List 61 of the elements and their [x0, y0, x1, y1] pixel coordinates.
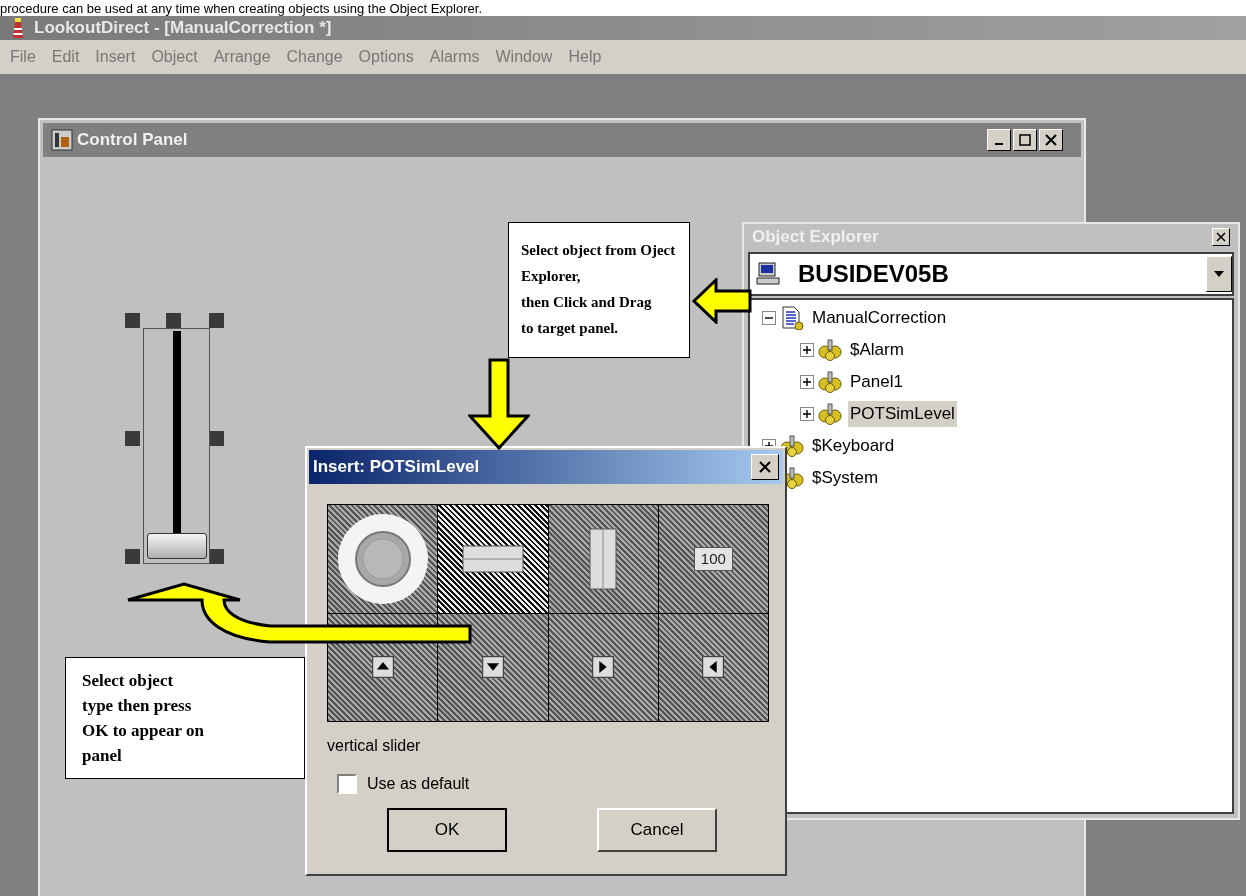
gears-icon: [818, 339, 842, 361]
down-arrow-button-icon: [481, 656, 504, 679]
close-button[interactable]: [751, 454, 779, 480]
callout-text: Select object type then press OK to appear on panel: [82, 670, 205, 767]
left-arrow-button-icon: [702, 656, 725, 679]
horizontal-slider-icon: [461, 544, 524, 573]
plus-icon: [802, 345, 812, 355]
callout-text: Select object from Oject Explorer, then Click and Drag to target panel.: [521, 241, 677, 338]
tree-item[interactable]: $Alarm: [848, 337, 906, 363]
object-type-tile[interactable]: [658, 613, 769, 722]
plus-icon: [802, 377, 812, 387]
close-icon: [1044, 134, 1058, 146]
checkbox[interactable]: [337, 774, 357, 794]
app-title-bar: LookoutDirect - [ManualCorrection *]: [0, 16, 1246, 40]
computer-icon: [756, 262, 782, 286]
object-type-tile[interactable]: 100: [658, 505, 769, 614]
close-button[interactable]: [1039, 129, 1063, 151]
computer-dropdown[interactable]: BUSIDEV05B: [748, 252, 1234, 296]
dialog-title: Insert: POTSimLevel: [313, 456, 480, 479]
object-type-tile[interactable]: [328, 505, 439, 614]
ok-button[interactable]: OK: [387, 808, 507, 852]
collapse-toggle[interactable]: [762, 311, 776, 325]
plus-icon: [802, 409, 812, 419]
maximize-icon: [1018, 134, 1032, 146]
vertical-slider-icon: [589, 527, 618, 590]
tree-item[interactable]: ManualCorrection: [810, 305, 949, 331]
object-type-tile[interactable]: [438, 505, 549, 614]
left-arrow: [692, 278, 752, 324]
close-button[interactable]: [1212, 228, 1230, 246]
object-type-tile[interactable]: [548, 613, 659, 722]
object-type-tile[interactable]: [548, 505, 659, 614]
right-arrow-button-icon: [592, 656, 615, 679]
gears-icon: [818, 371, 842, 393]
gears-icon: [818, 403, 842, 425]
slider-thumb[interactable]: [146, 533, 207, 559]
expand-toggle[interactable]: [800, 407, 814, 421]
numeric-display: 100: [693, 546, 733, 571]
tree-item[interactable]: $System: [810, 465, 881, 491]
document-icon: [780, 306, 804, 330]
expand-toggle[interactable]: [800, 343, 814, 357]
panel-icon: [51, 129, 73, 151]
minimize-icon: [995, 143, 1003, 145]
caret-icon: [1214, 271, 1224, 277]
expand-toggle[interactable]: [800, 375, 814, 389]
document-text: procedure can be used at any time when creating objects using the Object Explorer.: [0, 0, 482, 16]
maximize-button[interactable]: [1013, 129, 1037, 151]
knob-icon: [336, 512, 429, 605]
vertical-slider[interactable]: [143, 328, 210, 564]
cancel-button[interactable]: Cancel: [597, 808, 717, 852]
tree-item[interactable]: POTSimLevel: [848, 401, 957, 427]
object-type-tile[interactable]: [438, 613, 549, 722]
minimize-button[interactable]: [987, 129, 1011, 151]
up-arrow-button-icon: [371, 656, 394, 679]
window-title-bar: Control Panel: [43, 123, 1081, 157]
dropdown-arrow-button[interactable]: [1206, 256, 1232, 292]
checkbox-label: Use as default: [367, 774, 470, 794]
close-icon: [758, 461, 772, 473]
tree-item[interactable]: $Keyboard: [810, 433, 897, 459]
tree-item[interactable]: Panel1: [848, 369, 905, 395]
close-icon: [1216, 232, 1226, 242]
selected-type-caption: vertical slider: [327, 736, 422, 756]
